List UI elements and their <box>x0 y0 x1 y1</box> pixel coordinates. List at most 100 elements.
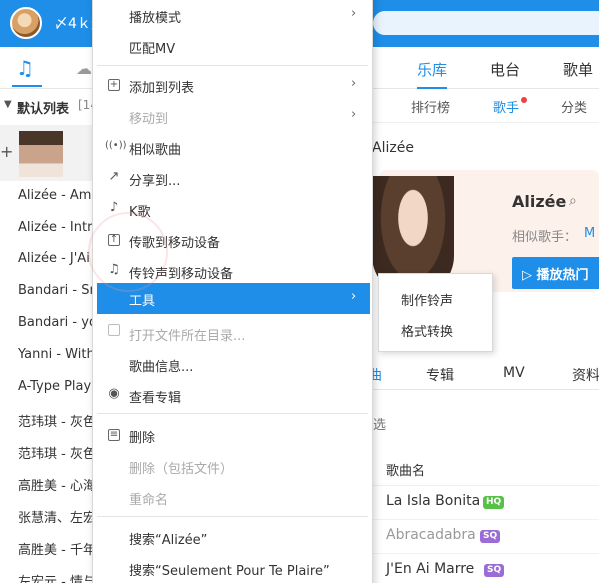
chevron-down-icon[interactable]: ▼ <box>4 99 12 110</box>
tab-mv[interactable]: MV <box>503 365 525 381</box>
sub-nav: 排行榜 歌手 分类 <box>370 89 599 123</box>
add-box-icon: + <box>108 79 120 91</box>
trash-icon: ≡ <box>108 429 120 441</box>
list-item[interactable]: A-Type Playe <box>18 379 92 399</box>
play-hot-button[interactable]: ▷ 播放热门 <box>512 257 599 289</box>
tab-albums[interactable]: 专辑 <box>426 365 454 385</box>
similar-artist-link[interactable]: M <box>584 226 595 241</box>
upload-icon: ↑ <box>108 234 120 246</box>
menu-item-match-mv[interactable]: 匹配MV <box>93 31 372 62</box>
tab-playlists[interactable]: 歌单 <box>563 59 593 80</box>
tab-info[interactable]: 资料 <box>572 365 599 385</box>
menu-item-view-album[interactable]: ◉ 查看专辑 <box>93 380 372 411</box>
list-item[interactable]: 张慧清、左宏 <box>18 507 92 527</box>
tab-radio[interactable]: 电台 <box>490 59 520 80</box>
menu-item-label: 移动到 <box>129 112 169 127</box>
menu-item-transfer-song[interactable]: ↑ 传歌到移动设备 <box>93 225 372 256</box>
user-avatar[interactable] <box>10 7 42 39</box>
menu-item-share[interactable]: ↗ 分享到... <box>93 163 372 194</box>
list-item[interactable]: Bandari - yo <box>18 315 92 335</box>
menu-item-label: 添加到列表 <box>129 81 195 96</box>
content-tabs: 曲 专辑 MV 资料 <box>368 354 599 390</box>
menu-item-label: 重命名 <box>129 493 169 508</box>
quality-badge: SQ <box>484 564 505 577</box>
chevron-right-icon: › <box>351 107 357 122</box>
track-title: J'En Ai Marre <box>386 561 475 577</box>
list-item[interactable]: Alizée - Ame <box>18 188 92 208</box>
table-header: 歌曲名 <box>370 450 599 486</box>
search-input[interactable] <box>373 11 599 35</box>
menu-item-search-artist[interactable]: 搜索“Alizée” <box>93 522 372 553</box>
menu-item-similar-songs[interactable]: ((•)) 相似歌曲 <box>93 132 372 163</box>
menu-item-label: 分享到... <box>129 174 181 189</box>
list-item[interactable]: Yanni - With <box>18 347 92 367</box>
search-icon[interactable]: ⌕ <box>569 193 577 209</box>
tools-submenu: 制作铃声 格式转换 <box>378 273 493 352</box>
table-row[interactable]: La Isla Bonita HQ <box>370 486 599 520</box>
menu-item-label: 打开文件所在目录... <box>129 329 246 344</box>
folder-icon <box>105 324 123 340</box>
table-row[interactable]: J'En Ai Marre SQ <box>370 554 599 583</box>
menu-item-karaoke[interactable]: ♪ K歌 <box>93 194 372 225</box>
column-song-name[interactable]: 歌曲名 <box>386 460 425 479</box>
menu-item-label: 匹配MV <box>129 42 176 57</box>
tab-charts[interactable]: 排行榜 <box>411 97 450 116</box>
menu-item-label: 删除（包括文件） <box>129 462 234 477</box>
microphone-icon: ♪ <box>109 200 119 215</box>
tab-categories[interactable]: 分类 <box>561 97 587 116</box>
menu-item-rename[interactable]: 重命名 <box>93 482 372 513</box>
similar-artists-label: 相似歌手： <box>512 230 578 245</box>
table-row[interactable]: Abracadabra SQ <box>370 520 599 554</box>
left-panel-tabs: ♫ ☁ <box>0 47 92 89</box>
now-playing-row[interactable]: + <box>0 125 92 181</box>
menu-item-label: 查看专辑 <box>129 391 182 406</box>
menu-item-label: 歌曲信息... <box>129 360 194 375</box>
menu-item-label: 搜索“Seulement Pour Te Plaire” <box>129 564 330 579</box>
submenu-item-label: 格式转换 <box>401 325 454 340</box>
playlist-name: 默认列表 <box>17 102 70 117</box>
list-item[interactable]: Alizée - J'Ai <box>18 251 92 271</box>
menu-item-delete-with-file[interactable]: 删除（包括文件） <box>93 451 372 482</box>
menu-item-delete[interactable]: ≡ 删除 <box>93 420 372 451</box>
menu-item-song-info[interactable]: 歌曲信息... <box>93 349 372 380</box>
artist-heading: Alizée <box>372 140 414 156</box>
menu-item-play-mode[interactable]: 播放模式 › <box>93 0 372 31</box>
notification-dot <box>521 97 527 103</box>
list-item[interactable]: 高胜美 - 心海 <box>18 475 92 495</box>
menu-item-label: 传铃声到移动设备 <box>129 267 234 282</box>
playlist-header[interactable]: ▼ 默认列表 [14 <box>0 93 92 119</box>
menu-item-label: 工具 <box>129 294 156 309</box>
menu-item-label: 播放模式 <box>129 11 182 26</box>
list-item[interactable]: Bandari - Sni <box>18 283 92 303</box>
submenu-item-format-convert[interactable]: 格式转换 <box>379 313 492 344</box>
menu-item-add-to-list[interactable]: + 添加到列表 › <box>93 70 372 101</box>
list-item[interactable]: Alizée - IntrA <box>18 220 92 240</box>
track-title: Abracadabra <box>386 527 476 543</box>
filter-label[interactable]: 选 <box>373 414 386 433</box>
menu-item-label: 传歌到移动设备 <box>129 236 221 251</box>
list-item[interactable]: 范玮琪 - 灰色 <box>18 443 92 463</box>
menu-item-label: 删除 <box>129 431 156 446</box>
tab-library[interactable]: 乐库 <box>417 59 448 89</box>
menu-item-label: 相似歌曲 <box>129 143 182 158</box>
plus-icon[interactable]: + <box>0 142 13 161</box>
music-note-icon[interactable]: ♫ <box>12 57 42 87</box>
menu-item-label: K歌 <box>129 205 151 220</box>
submenu-item-make-ringtone[interactable]: 制作铃声 <box>379 282 492 313</box>
playlist-count: [14 <box>78 98 92 112</box>
share-icon: ↗ <box>108 169 120 184</box>
menu-item-open-folder[interactable]: 打开文件所在目录... <box>93 318 372 349</box>
quality-badge: HQ <box>483 496 505 509</box>
menu-item-search-song[interactable]: 搜索“Seulement Pour Te Plaire” <box>93 553 372 583</box>
list-item[interactable]: 高胜美 - 千年 <box>18 539 92 559</box>
menu-separator <box>97 65 368 66</box>
chevron-right-icon: › <box>351 76 357 91</box>
tab-artists[interactable]: 歌手 <box>493 97 519 116</box>
submenu-item-label: 制作铃声 <box>401 294 454 309</box>
artist-name: Alizée <box>512 192 567 211</box>
menu-item-tools[interactable]: 工具 › <box>97 283 370 314</box>
song-list: Alizée - Ame Alizée - IntrA Alizée - J'A… <box>0 181 92 583</box>
list-item[interactable]: 范玮琪 - 灰色 <box>18 411 92 431</box>
menu-item-move-to[interactable]: 移动到 › <box>93 101 372 132</box>
list-item[interactable]: 左宏元 - 情与 <box>18 571 92 583</box>
